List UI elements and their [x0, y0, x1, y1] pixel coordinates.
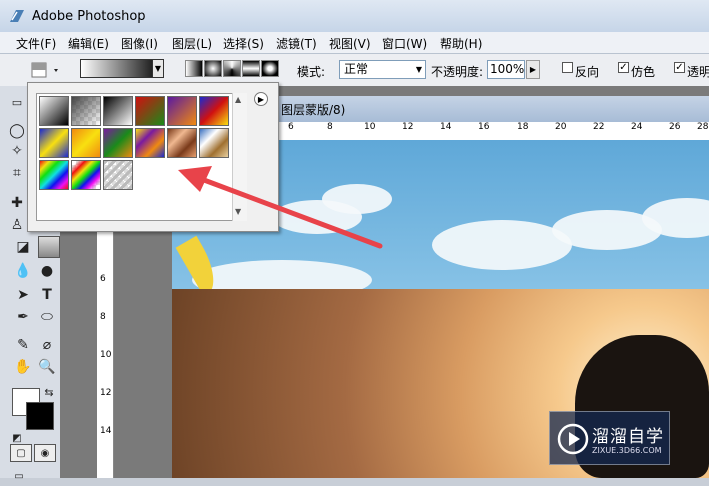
watermark-title: 溜溜自学: [592, 427, 664, 447]
annotation-arrow: [178, 166, 383, 249]
play-logo-icon: [557, 423, 589, 455]
watermark-logo: 溜溜自学 ZIXUE.3D66.COM: [549, 411, 670, 465]
watermark-url: ZIXUE.3D66.COM: [592, 446, 662, 455]
